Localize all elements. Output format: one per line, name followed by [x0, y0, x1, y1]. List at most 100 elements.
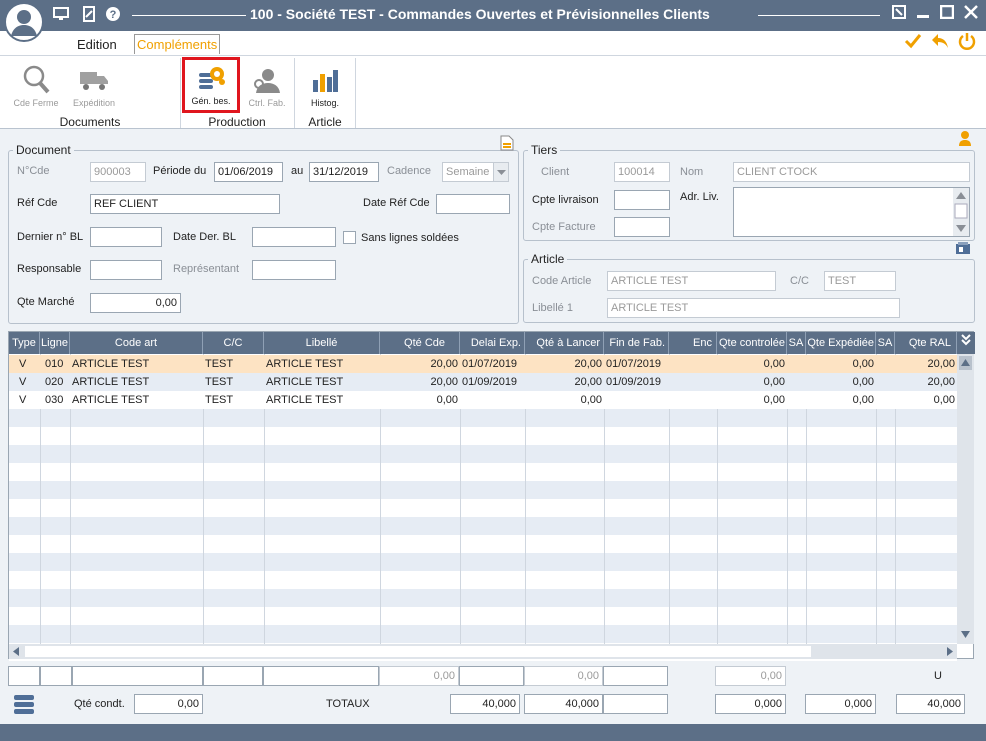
sum-box	[203, 666, 263, 686]
qte-marche-field[interactable]: 0,00	[90, 293, 181, 313]
code-article-field[interactable]: ARTICLE TEST	[607, 271, 776, 291]
ribbon-separator	[355, 58, 356, 128]
col-sa-2[interactable]: SA	[876, 332, 895, 354]
document-legend: Document	[16, 143, 71, 157]
nom-label: Nom	[680, 166, 704, 178]
histog-button[interactable]: Histog.	[300, 60, 350, 110]
sum-box	[459, 666, 524, 686]
total-qte-ral: 40,000	[896, 694, 965, 714]
gear-database-icon	[199, 67, 225, 89]
col-qte-ral[interactable]: Qte RAL	[895, 332, 957, 354]
document-note-icon[interactable]	[500, 135, 514, 154]
cpte-fact-field[interactable]	[614, 217, 670, 237]
representant-field[interactable]	[252, 260, 336, 280]
cell-ligne: 010	[45, 358, 64, 370]
cde-ferme-label: Cde Ferme	[13, 98, 59, 108]
maximize-icon[interactable]	[936, 4, 958, 26]
histog-label: Histog.	[310, 98, 339, 108]
table-row[interactable]: V 030 ARTICLE TEST TEST ARTICLE TEST 0,0…	[9, 391, 957, 409]
table-row[interactable]: V 020 ARTICLE TEST TEST ARTICLE TEST 20,…	[9, 373, 957, 391]
libelle-field[interactable]: ARTICLE TEST	[607, 298, 900, 318]
cell-fin-fab: 01/09/2019	[606, 376, 662, 388]
monitor-icon[interactable]	[52, 6, 70, 24]
col-libelle[interactable]: Libellé	[264, 332, 380, 354]
col-enc[interactable]: Enc	[669, 332, 717, 354]
cde-ferme-button[interactable]: Cde Ferme	[8, 60, 64, 110]
col-delai-exp[interactable]: Delai Exp.	[460, 332, 525, 354]
date-ref-field[interactable]	[436, 194, 510, 214]
title-divider	[132, 15, 246, 16]
cadence-label: Cadence	[387, 165, 432, 177]
power-icon[interactable]	[958, 32, 976, 53]
cell-qte-cde: 0,00	[436, 394, 458, 406]
minimize-icon[interactable]	[912, 4, 934, 26]
empty-table-row	[9, 481, 957, 499]
sum-qte-ctrl: 0,00	[715, 666, 786, 686]
help-icon[interactable]: ?	[104, 6, 122, 24]
dernier-bl-field[interactable]	[90, 227, 162, 247]
col-code-art[interactable]: Code art	[70, 332, 203, 354]
restore-window-icon[interactable]	[888, 4, 910, 26]
window-title: 100 - Société TEST - Commandes Ouvertes …	[250, 6, 710, 22]
sum-box	[72, 666, 203, 686]
client-field[interactable]: 100014	[614, 162, 670, 182]
table-row[interactable]: V 010 ARTICLE TEST TEST ARTICLE TEST 20,…	[9, 355, 957, 373]
qte-condt-label: Qté condt.	[74, 698, 125, 710]
cpte-fact-label: Cpte Facture	[532, 221, 596, 233]
empty-table-row	[9, 517, 957, 535]
article-legend: Article	[531, 252, 565, 266]
document-edit-icon[interactable]	[80, 6, 98, 24]
group-production: Production	[208, 115, 266, 129]
cell-ligne: 020	[45, 376, 64, 388]
cell-qte-controlee: 0,00	[763, 358, 785, 370]
adr-liv-label: Adr. Liv.	[680, 191, 719, 203]
adr-scrollbar[interactable]	[953, 188, 969, 236]
cpte-liv-field[interactable]	[614, 190, 670, 210]
nom-field[interactable]: CLIENT CTOCK	[733, 162, 970, 182]
chevron-double-down-icon[interactable]	[957, 332, 975, 354]
cell-qte-expediee: 0,00	[852, 394, 874, 406]
expedition-button[interactable]: Expédition	[66, 60, 122, 110]
user-avatar-icon[interactable]	[4, 2, 44, 42]
empty-table-row	[9, 607, 957, 625]
contact-person-icon[interactable]	[958, 130, 972, 149]
close-icon[interactable]	[960, 4, 982, 26]
empty-table-row	[9, 589, 957, 607]
col-qte-controlee[interactable]: Qte controlée	[717, 332, 787, 354]
totaux-label: TOTAUX	[326, 698, 370, 710]
cc-field[interactable]: TEST	[824, 271, 896, 291]
adr-liv-textarea[interactable]	[733, 187, 970, 237]
table-vertical-scrollbar[interactable]	[957, 354, 974, 644]
group-article: Article	[308, 115, 342, 129]
col-sa[interactable]: SA	[787, 332, 806, 354]
responsable-field[interactable]	[90, 260, 162, 280]
ctrl-fab-button[interactable]: Ctrl. Fab.	[242, 60, 292, 110]
col-type[interactable]: Type	[9, 332, 40, 354]
representant-label: Représentant	[173, 263, 240, 275]
ref-cde-field[interactable]: REF CLIENT	[90, 194, 280, 214]
col-qte-expediee[interactable]: Qte Expédiée	[806, 332, 876, 354]
stack-menu-icon[interactable]	[13, 694, 35, 717]
col-qte-cde[interactable]: Qté Cde	[380, 332, 460, 354]
table-horizontal-scrollbar[interactable]	[9, 644, 957, 659]
tab-edition[interactable]: Edition	[77, 37, 117, 52]
undo-icon[interactable]	[930, 32, 950, 53]
empty-table-row	[9, 445, 957, 463]
periode-from-field[interactable]: 01/06/2019	[214, 162, 283, 182]
col-ligne[interactable]: Ligne	[40, 332, 70, 354]
periode-to-field[interactable]: 31/12/2019	[309, 162, 379, 182]
status-bar	[0, 724, 986, 741]
tab-complements[interactable]: Compléments	[134, 34, 221, 54]
col-fin-fab[interactable]: Fin de Fab.	[604, 332, 669, 354]
sans-lignes-checkbox[interactable]	[343, 231, 356, 244]
validate-check-icon[interactable]	[904, 32, 922, 53]
col-qte-lancer[interactable]: Qté à Lancer	[525, 332, 604, 354]
col-cc[interactable]: C/C	[203, 332, 264, 354]
ncde-field[interactable]: 900003	[90, 162, 146, 182]
cell-libelle: ARTICLE TEST	[266, 376, 344, 388]
gen-bes-button[interactable]: Gén. bes.	[182, 57, 240, 113]
date-der-bl-field[interactable]	[252, 227, 336, 247]
cell-code-art: ARTICLE TEST	[72, 376, 150, 388]
qte-condt-field[interactable]: 0,00	[134, 694, 203, 714]
chevron-down-icon[interactable]	[493, 163, 508, 181]
